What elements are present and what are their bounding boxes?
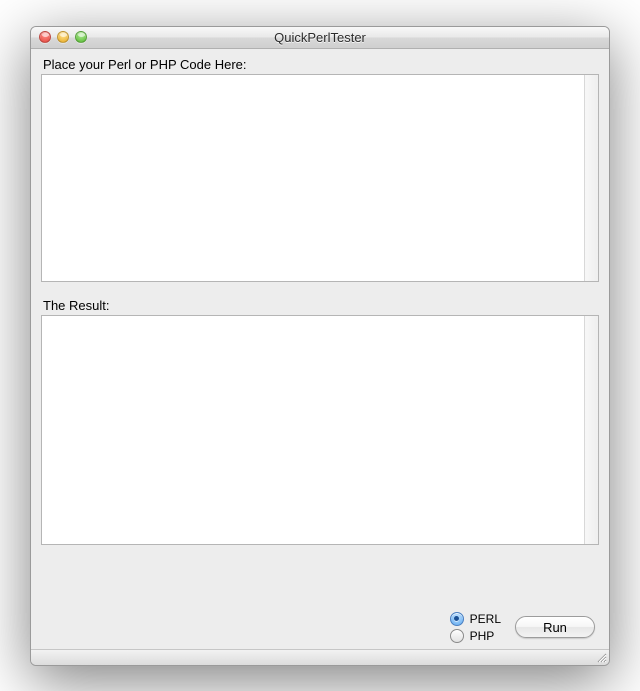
minimize-icon[interactable] [57, 31, 69, 43]
close-icon[interactable] [39, 31, 51, 43]
radio-option-perl[interactable]: PERL [450, 612, 501, 626]
radio-icon [450, 629, 464, 643]
window-title: QuickPerlTester [31, 30, 609, 45]
code-input-container [41, 74, 599, 282]
code-input-label: Place your Perl or PHP Code Here: [43, 57, 597, 72]
language-radio-group: PERL PHP [450, 612, 501, 643]
result-label: The Result: [43, 298, 597, 313]
app-window: QuickPerlTester Place your Perl or PHP C… [30, 26, 610, 666]
code-scrollbar[interactable] [584, 75, 599, 281]
content-area: Place your Perl or PHP Code Here: The Re… [31, 49, 609, 649]
footer-bar [31, 649, 609, 665]
resize-grip-icon[interactable] [595, 651, 607, 663]
result-output[interactable] [42, 316, 584, 544]
bottom-bar: PERL PHP Run [41, 606, 599, 645]
radio-option-php[interactable]: PHP [450, 629, 501, 643]
window-controls [39, 31, 87, 43]
result-output-container [41, 315, 599, 545]
code-input[interactable] [42, 75, 584, 281]
zoom-icon[interactable] [75, 31, 87, 43]
radio-label-php: PHP [470, 629, 495, 643]
radio-label-perl: PERL [470, 612, 501, 626]
run-button[interactable]: Run [515, 616, 595, 638]
titlebar[interactable]: QuickPerlTester [31, 27, 609, 49]
radio-icon [450, 612, 464, 626]
result-scrollbar[interactable] [584, 316, 599, 544]
